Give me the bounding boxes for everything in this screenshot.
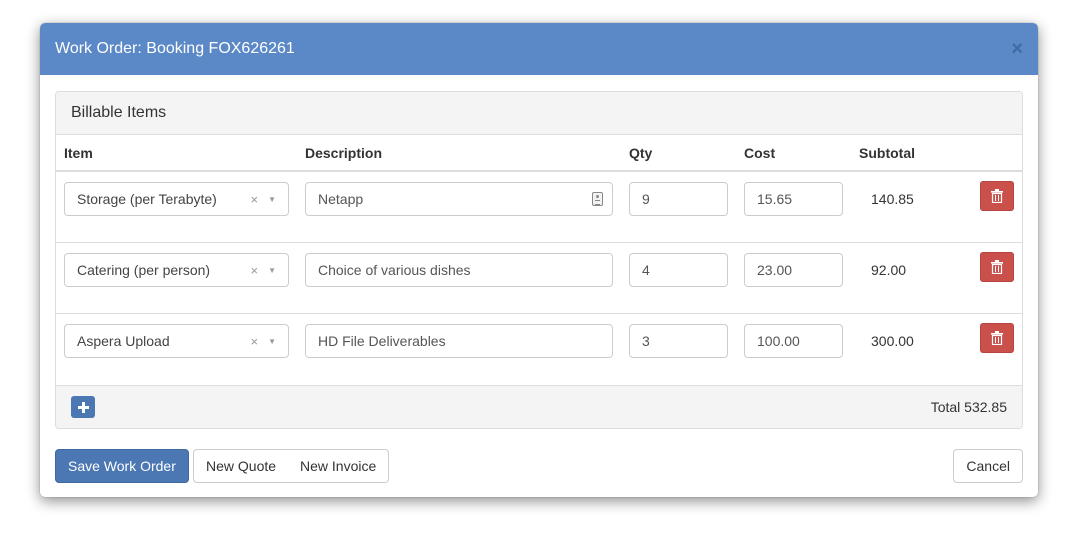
item-select-value: Catering (per person) <box>77 262 211 278</box>
plus-icon <box>77 401 89 413</box>
subtotal-value: 92.00 <box>871 262 907 278</box>
modal-footer: Save Work Order New Quote New Invoice Ca… <box>55 449 1023 483</box>
clear-icon[interactable]: × <box>250 192 258 207</box>
item-select[interactable]: Catering (per person) × ▼ <box>64 253 289 287</box>
clear-icon[interactable]: × <box>250 263 258 278</box>
cost-input[interactable] <box>744 324 843 358</box>
modal-title: Work Order: Booking FOX626261 <box>55 40 295 57</box>
description-input[interactable] <box>305 253 613 287</box>
delete-row-button[interactable] <box>980 323 1014 353</box>
table-row: Aspera Upload × ▼ 300.00 <box>56 314 1022 385</box>
cost-input[interactable] <box>744 182 843 216</box>
panel-heading: Billable Items <box>56 92 1022 135</box>
table-row: Catering (per person) × ▼ 92.00 <box>56 243 1022 314</box>
column-header-subtotal: Subtotal <box>859 145 915 161</box>
column-header-cost: Cost <box>744 145 776 161</box>
delete-row-button[interactable] <box>980 181 1014 211</box>
chevron-down-icon[interactable]: ▼ <box>268 337 276 346</box>
item-select[interactable]: Storage (per Terabyte) × ▼ <box>64 182 289 216</box>
contact-card-icon[interactable] <box>592 192 603 206</box>
add-item-button[interactable] <box>71 396 95 418</box>
modal-header: Work Order: Booking FOX626261 × <box>40 23 1038 75</box>
item-select-value: Aspera Upload <box>77 333 170 349</box>
description-input[interactable] <box>305 182 613 216</box>
column-header-description: Description <box>305 145 383 161</box>
description-input[interactable] <box>305 324 613 358</box>
trash-icon <box>991 189 1003 203</box>
qty-input[interactable] <box>629 182 728 216</box>
chevron-down-icon[interactable]: ▼ <box>268 266 276 275</box>
cancel-button[interactable]: Cancel <box>953 449 1023 483</box>
line-items: Storage (per Terabyte) × ▼ 140.85 <box>56 172 1022 385</box>
delete-row-button[interactable] <box>980 252 1014 282</box>
total-value: Total 532.85 <box>930 399 1007 415</box>
item-select[interactable]: Aspera Upload × ▼ <box>64 324 289 358</box>
column-header-item: Item <box>64 145 93 161</box>
panel-footer: Total 532.85 <box>56 385 1022 428</box>
new-quote-button[interactable]: New Quote <box>193 449 290 483</box>
cost-input[interactable] <box>744 253 843 287</box>
table-row: Storage (per Terabyte) × ▼ 140.85 <box>56 172 1022 243</box>
table-header: Item Description Qty Cost Subtotal <box>56 135 1022 172</box>
subtotal-value: 140.85 <box>871 191 914 207</box>
subtotal-value: 300.00 <box>871 333 914 349</box>
item-select-value: Storage (per Terabyte) <box>77 191 217 207</box>
trash-icon <box>991 260 1003 274</box>
close-icon[interactable]: × <box>1011 39 1023 59</box>
save-work-order-button[interactable]: Save Work Order <box>55 449 189 483</box>
qty-input[interactable] <box>629 253 728 287</box>
qty-input[interactable] <box>629 324 728 358</box>
column-header-qty: Qty <box>629 145 653 161</box>
work-order-modal: Work Order: Booking FOX626261 × Billable… <box>40 23 1038 497</box>
new-invoice-button[interactable]: New Invoice <box>288 449 390 483</box>
trash-icon <box>991 331 1003 345</box>
billable-items-panel: Billable Items Item Description Qty Cost… <box>55 91 1023 429</box>
chevron-down-icon[interactable]: ▼ <box>268 195 276 204</box>
clear-icon[interactable]: × <box>250 334 258 349</box>
